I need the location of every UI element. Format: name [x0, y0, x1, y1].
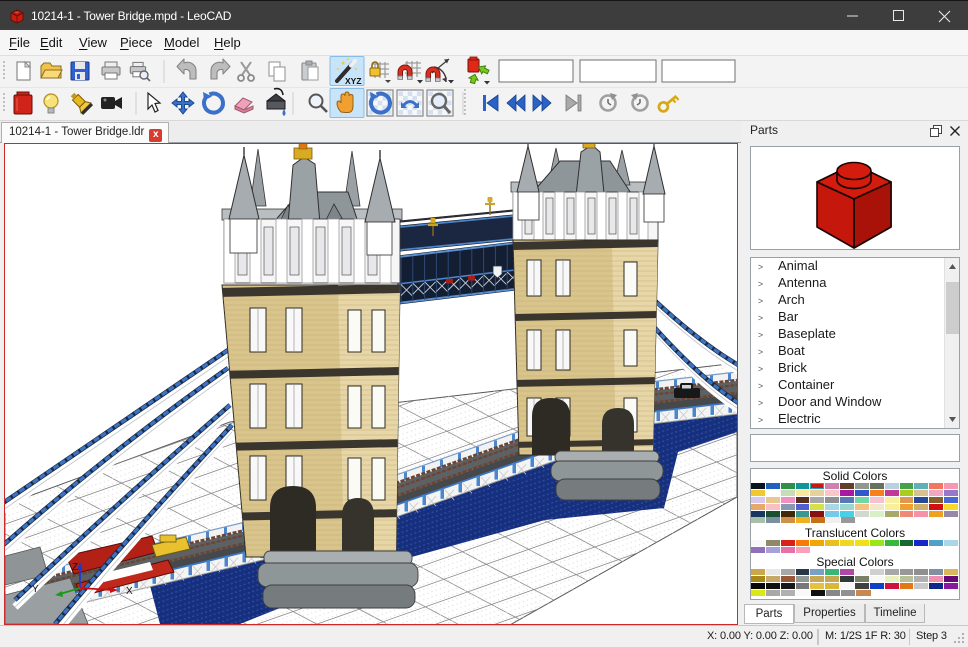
svg-text:Y: Y — [32, 584, 39, 595]
svg-text:X: X — [126, 586, 133, 597]
svg-text:Z: Z — [72, 562, 78, 573]
svg-text:XYZ: XYZ — [345, 76, 362, 86]
